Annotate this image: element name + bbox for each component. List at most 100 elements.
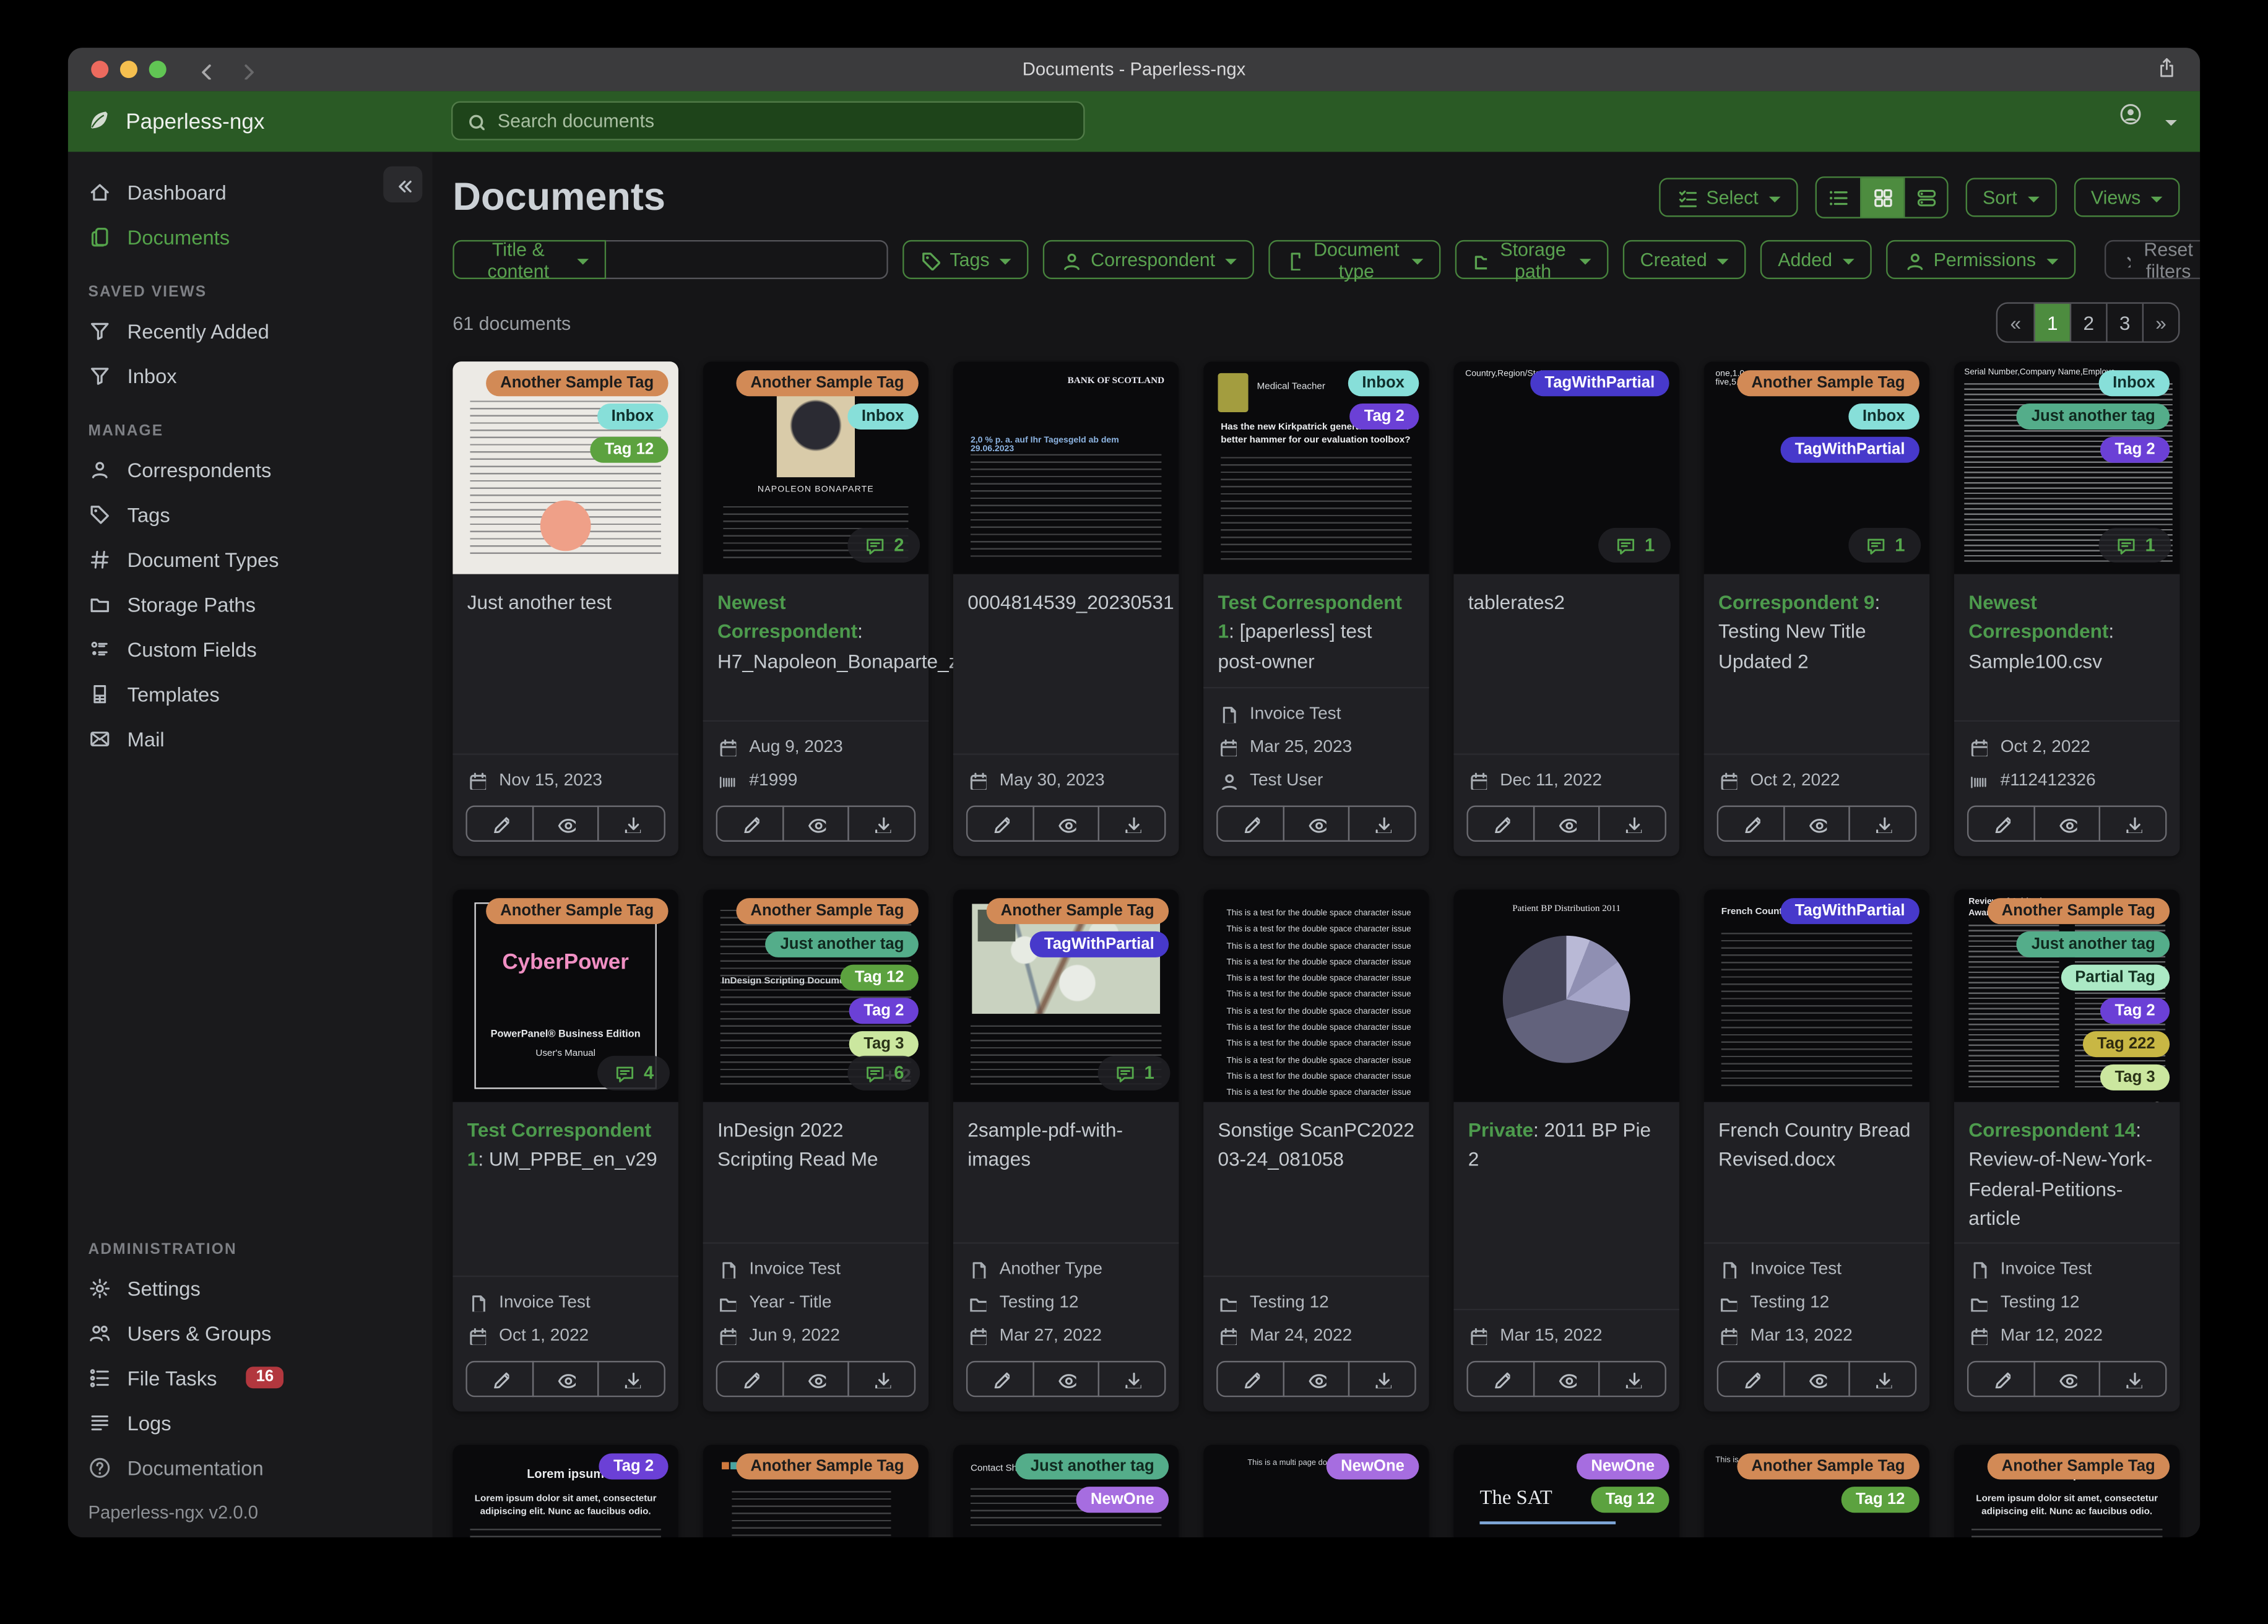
download-button[interactable] [1348, 1360, 1416, 1397]
edit-button[interactable] [716, 805, 784, 842]
tag-pill[interactable]: Another Sample Tag [986, 898, 1169, 925]
tag-pill[interactable]: Inbox [847, 403, 919, 430]
download-button[interactable] [597, 1360, 665, 1397]
download-button[interactable] [1598, 805, 1666, 842]
document-title[interactable]: tablerates2 [1468, 589, 1665, 618]
tag-pill[interactable]: Just another tag [2017, 931, 2170, 957]
sidebar-item-custom-fields[interactable]: Custom Fields [68, 626, 433, 671]
document-thumbnail[interactable]: This is a test for the double space char… [1203, 889, 1429, 1102]
document-title[interactable]: Test Correspondent 1: UM_PPBE_en_v29 [467, 1116, 664, 1175]
document-thumbnail[interactable]: NAPOLEON BONAPARTE Another Sample Tag Inb… [703, 361, 929, 574]
meta-cal[interactable]: Mar 24, 2022 [1218, 1324, 1415, 1345]
meta-file[interactable]: Invoice Test [1968, 1258, 2165, 1279]
comment-count-badge[interactable]: 1 [1848, 527, 1921, 563]
meta-cal[interactable]: Mar 25, 2023 [1218, 736, 1415, 756]
tag-pill[interactable]: Inbox [597, 403, 669, 430]
document-thumbnail[interactable]: This is a multi page document. Page 1. N… [1203, 1445, 1429, 1537]
meta-cal[interactable]: Dec 11, 2022 [1468, 769, 1665, 790]
document-card[interactable]: InDesign Scripting Documentation Another… [703, 889, 929, 1412]
search-input[interactable] [495, 108, 1071, 133]
zoom-window-button[interactable] [149, 61, 167, 79]
document-title[interactable]: Test Correspondent 1: [paperless] test p… [1218, 589, 1415, 676]
tag-pill[interactable]: NewOne [1577, 1453, 1669, 1480]
comment-count-badge[interactable]: 1 [2098, 527, 2171, 563]
comment-count-badge[interactable]: 6 [847, 1055, 920, 1091]
tag-pill[interactable]: NewOne [1326, 1453, 1419, 1480]
download-button[interactable] [2099, 805, 2167, 842]
sidebar-item-documentation[interactable]: Documentation [68, 1445, 433, 1489]
minimize-window-button[interactable] [119, 61, 137, 79]
document-correspondent[interactable]: Newest Correspondent [1968, 592, 2108, 642]
document-title[interactable]: Newest Correspondent: H7_Napoleon_Bonapa… [717, 589, 1017, 676]
document-card[interactable]: Another Sample Tag TagWithPartial 1 2samp… [953, 889, 1179, 1412]
sidebar-item-mail[interactable]: Mail [68, 716, 433, 761]
document-correspondent[interactable]: Correspondent 9 [1718, 592, 1874, 613]
tag-pill[interactable]: Another Sample Tag [485, 370, 669, 397]
view-button[interactable] [1783, 1360, 1851, 1397]
document-title[interactable]: Private: 2011 BP Pie 2 [1468, 1116, 1665, 1175]
tag-pill[interactable]: Another Sample Tag [1737, 370, 1920, 397]
view-button[interactable] [1783, 805, 1851, 842]
sidebar-item-templates[interactable]: Templates [68, 671, 433, 715]
document-card[interactable]: Medical Teacher Has the new Kirkpatrick … [1203, 361, 1429, 857]
tag-pill[interactable]: Just another tag [1016, 1453, 1169, 1480]
meta-file[interactable]: Invoice Test [1718, 1258, 1915, 1279]
edit-button[interactable] [716, 1360, 784, 1397]
tag-pill[interactable]: Tag 12 [1591, 1487, 1669, 1513]
document-card[interactable]: one,1.0 five,5.0 Another Sample Tag Inbox… [1703, 361, 1930, 857]
meta-cal[interactable]: Mar 15, 2022 [1468, 1324, 1665, 1345]
view-button[interactable] [1032, 1360, 1100, 1397]
view-button[interactable] [532, 1360, 600, 1397]
view-button[interactable] [1533, 1360, 1601, 1397]
tag-pill[interactable]: TagWithPartial [1029, 931, 1169, 957]
pagination-prev-button[interactable]: « [1997, 304, 2033, 342]
storage-path-filter-button[interactable]: Storage path [1455, 238, 1609, 281]
tag-pill[interactable]: Tag 3 [2100, 1064, 2170, 1091]
tag-pill[interactable]: Another Sample Tag [736, 898, 919, 925]
meta-cal[interactable]: Mar 12, 2022 [1968, 1324, 2165, 1345]
download-button[interactable] [1849, 1360, 1917, 1397]
document-thumbnail[interactable]: Adobe Acrobat PDF Files Another Sample T… [452, 361, 678, 574]
document-thumbnail[interactable]: Serial Number,Company Name,Employe Inbox… [1954, 361, 2180, 574]
meta-cal[interactable]: Oct 1, 2022 [467, 1324, 664, 1345]
meta-cal[interactable]: Jun 9, 2022 [717, 1324, 914, 1345]
meta-file[interactable]: Another Type [967, 1258, 1164, 1279]
document-card[interactable]: Country,Region/State, TagWithPartial 1 t… [1453, 361, 1679, 857]
document-card[interactable]: Lorem ipsum Lorem ipsum dolor sit amet, … [452, 1445, 678, 1537]
tag-pill[interactable]: Tag 2 [2100, 998, 2170, 1024]
detail-view-button[interactable] [1903, 178, 1946, 217]
tag-pill[interactable]: Tag 2 [599, 1453, 669, 1480]
tag-pill[interactable]: Another Sample Tag [1987, 898, 2170, 925]
meta-asn[interactable]: #112412326 [1968, 769, 2165, 790]
document-thumbnail[interactable]: Lorem ipsum Lorem ipsum dolor sit amet, … [1954, 1445, 2180, 1537]
sidebar-item-recently-added[interactable]: Recently Added [68, 308, 433, 353]
comment-count-badge[interactable]: 4 [597, 1055, 670, 1091]
tag-pill[interactable]: Tag 12 [840, 964, 919, 991]
sidebar-item-inbox[interactable]: Inbox [68, 353, 433, 397]
view-button[interactable] [1282, 805, 1350, 842]
tag-pill[interactable]: TagWithPartial [1780, 436, 1920, 463]
tag-pill[interactable]: Another Sample Tag [1987, 1453, 2170, 1480]
document-thumbnail[interactable]: InDesign Scripting Documentation Another… [703, 889, 929, 1102]
document-thumbnail[interactable]: French Country Bread TagWithPartial [1703, 889, 1930, 1102]
download-button[interactable] [2099, 1360, 2167, 1397]
sidebar-item-users-groups[interactable]: Users & Groups [68, 1310, 433, 1355]
document-title[interactable]: Just another test [467, 589, 664, 618]
meta-folder[interactable]: Testing 12 [1718, 1292, 1915, 1311]
download-button[interactable] [1098, 1360, 1166, 1397]
sidebar-item-dashboard[interactable]: Dashboard [68, 169, 433, 214]
edit-button[interactable] [966, 805, 1034, 842]
edit-button[interactable] [1967, 805, 2035, 842]
comment-count-badge[interactable]: 1 [1097, 1055, 1171, 1091]
share-button[interactable] [2155, 56, 2178, 84]
edit-button[interactable] [1716, 805, 1785, 842]
document-type-filter-button[interactable]: Document type [1268, 238, 1442, 281]
comment-count-badge[interactable]: 2 [847, 527, 920, 563]
edit-button[interactable] [1716, 1360, 1785, 1397]
sidebar-item-correspondents[interactable]: Correspondents [68, 447, 433, 491]
document-card[interactable]: NAPOLEON BONAPARTE Another Sample Tag Inb… [703, 361, 1017, 857]
document-thumbnail[interactable]: Medical Teacher Has the new Kirkpatrick … [1203, 361, 1429, 574]
document-card[interactable]: Lorem ipsum Lorem ipsum dolor sit amet, … [1954, 1445, 2180, 1537]
title-content-input[interactable] [605, 240, 888, 279]
sidebar-item-tags[interactable]: Tags [68, 491, 433, 536]
